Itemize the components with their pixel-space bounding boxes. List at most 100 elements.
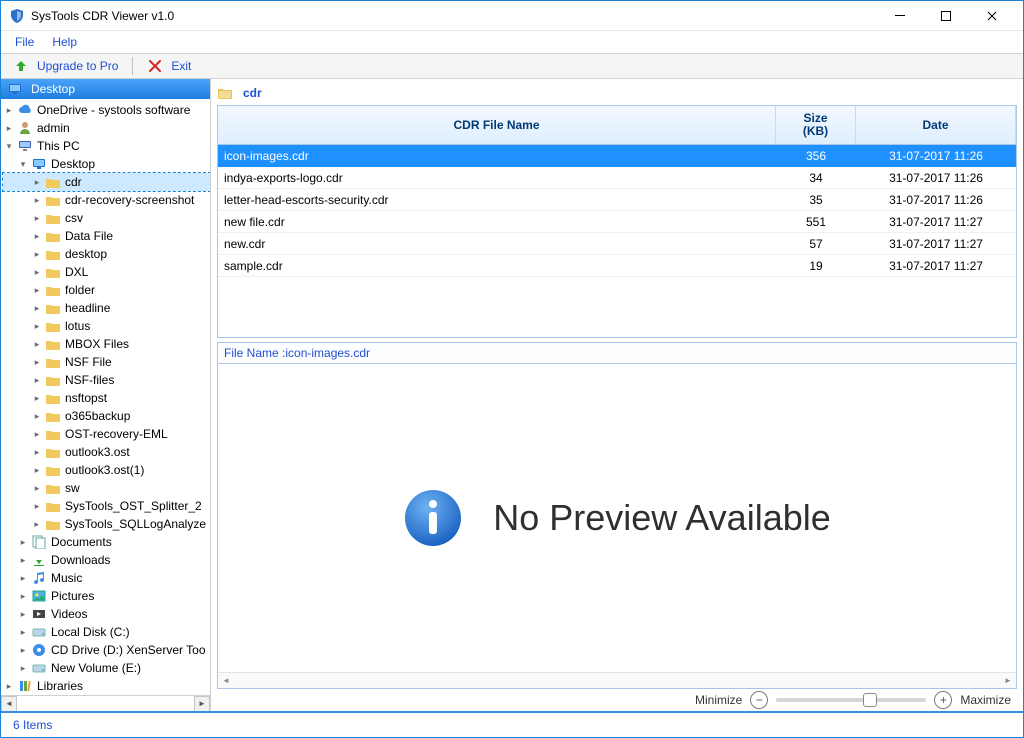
expand-toggle[interactable]: ▸ [31, 446, 43, 458]
tree-item[interactable]: ▸nsftopst [3, 389, 210, 407]
tree-item[interactable]: ▸Libraries [3, 677, 210, 695]
expand-toggle[interactable]: ▸ [31, 482, 43, 494]
tree-item[interactable]: ▸SysTools_OST_Splitter_2 [3, 497, 210, 515]
table-row[interactable]: new.cdr5731-07-2017 11:27 [218, 233, 1016, 255]
expand-toggle[interactable]: ▸ [31, 356, 43, 368]
scroll-right-icon[interactable]: ► [1000, 673, 1016, 689]
tree-item[interactable]: ▸NSF File [3, 353, 210, 371]
expand-toggle[interactable]: ▸ [31, 518, 43, 530]
preview-scrollbar[interactable]: ◄ ► [218, 672, 1016, 688]
table-body[interactable]: icon-images.cdr35631-07-2017 11:26indya-… [218, 145, 1016, 337]
expand-toggle[interactable]: ▸ [31, 410, 43, 422]
scroll-left-icon[interactable]: ◄ [218, 673, 234, 689]
tree-item[interactable]: ▸OneDrive - systools software [3, 101, 210, 119]
tree-item[interactable]: ▾This PC [3, 137, 210, 155]
sidebar-scrollbar[interactable]: ◄ ► [1, 695, 210, 711]
zoom-in-button[interactable]: + [934, 691, 952, 709]
tree-item[interactable]: ▸NSF-files [3, 371, 210, 389]
expand-toggle[interactable]: ▸ [3, 122, 15, 134]
expand-toggle[interactable]: ▸ [31, 428, 43, 440]
tree-item[interactable]: ▸headline [3, 299, 210, 317]
table-row[interactable]: new file.cdr55131-07-2017 11:27 [218, 211, 1016, 233]
tree-item[interactable]: ▸cdr-recovery-screenshot [3, 191, 210, 209]
expand-toggle[interactable]: ▸ [3, 104, 15, 116]
expand-toggle[interactable]: ▾ [3, 140, 15, 152]
expand-toggle[interactable]: ▸ [17, 662, 29, 674]
zoom-thumb[interactable] [863, 693, 877, 707]
expand-toggle[interactable]: ▸ [17, 554, 29, 566]
expand-toggle[interactable]: ▸ [31, 320, 43, 332]
col-name[interactable]: CDR File Name [218, 106, 776, 144]
tree-item[interactable]: ▸o365backup [3, 407, 210, 425]
folder-tree[interactable]: ▸OneDrive - systools software▸admin▾This… [1, 99, 210, 695]
tree-item[interactable]: ▸desktop [3, 245, 210, 263]
expand-toggle[interactable]: ▸ [31, 338, 43, 350]
tree-item[interactable]: ▸csv [3, 209, 210, 227]
tree-item[interactable]: ▸MBOX Files [3, 335, 210, 353]
tree-item[interactable]: ▸outlook3.ost(1) [3, 461, 210, 479]
tree-item[interactable]: ▸folder [3, 281, 210, 299]
tree-item[interactable]: ▸Documents [3, 533, 210, 551]
tree-item[interactable]: ▸Music [3, 569, 210, 587]
expand-toggle[interactable]: ▸ [17, 608, 29, 620]
tree-item[interactable]: ▸SysTools_SQLLogAnalyze [3, 515, 210, 533]
tree-item[interactable]: ▸cdr [3, 173, 210, 191]
tree-item[interactable]: ▸CD Drive (D:) XenServer Too [3, 641, 210, 659]
expand-toggle[interactable]: ▸ [31, 392, 43, 404]
tree-item[interactable]: ▸outlook3.ost [3, 443, 210, 461]
expand-toggle[interactable]: ▸ [31, 230, 43, 242]
expand-toggle[interactable]: ▸ [17, 644, 29, 656]
tree-item-label: Downloads [51, 553, 110, 567]
expand-toggle[interactable]: ▸ [31, 266, 43, 278]
scroll-track[interactable] [17, 697, 194, 711]
expand-toggle[interactable]: ▸ [17, 626, 29, 638]
col-date[interactable]: Date [856, 106, 1016, 144]
expand-toggle[interactable]: ▾ [17, 158, 29, 170]
scroll-track[interactable] [234, 674, 1000, 688]
expand-toggle[interactable]: ▸ [31, 284, 43, 296]
table-row[interactable]: icon-images.cdr35631-07-2017 11:26 [218, 145, 1016, 167]
tree-item[interactable]: ▸Local Disk (C:) [3, 623, 210, 641]
expand-toggle[interactable]: ▸ [31, 248, 43, 260]
exit-button[interactable]: Exit [141, 56, 197, 76]
col-size[interactable]: Size (KB) [776, 106, 856, 144]
expand-toggle[interactable]: ▸ [17, 572, 29, 584]
expand-toggle[interactable]: ▸ [17, 536, 29, 548]
tree-item[interactable]: ▾Desktop [3, 155, 210, 173]
tree-item[interactable]: ▸sw [3, 479, 210, 497]
zoom-slider[interactable] [776, 698, 926, 702]
zoom-out-button[interactable]: − [750, 691, 768, 709]
scroll-left-icon[interactable]: ◄ [1, 696, 17, 712]
expand-toggle[interactable]: ▸ [31, 302, 43, 314]
expand-toggle[interactable]: ▸ [31, 194, 43, 206]
expand-toggle[interactable]: ▸ [31, 500, 43, 512]
upgrade-button[interactable]: Upgrade to Pro [7, 56, 124, 76]
expand-toggle[interactable]: ▸ [3, 680, 15, 692]
expand-toggle[interactable]: ▸ [31, 176, 43, 188]
maximize-button[interactable] [923, 1, 969, 31]
tree-item[interactable]: ▸DXL [3, 263, 210, 281]
tree-item[interactable]: ▸admin [3, 119, 210, 137]
tree-item[interactable]: ▸Data File [3, 227, 210, 245]
expand-toggle[interactable]: ▸ [31, 212, 43, 224]
menu-help[interactable]: Help [44, 33, 85, 51]
table-row[interactable]: sample.cdr1931-07-2017 11:27 [218, 255, 1016, 277]
close-button[interactable] [969, 1, 1015, 31]
arrow-up-icon [13, 58, 29, 74]
minimize-button[interactable] [877, 1, 923, 31]
tree-item[interactable]: ▸ Downloads [3, 551, 210, 569]
tree-item[interactable]: ▸OST-recovery-EML [3, 425, 210, 443]
tree-item[interactable]: ▸Pictures [3, 587, 210, 605]
expand-toggle[interactable]: ▸ [31, 464, 43, 476]
expand-toggle[interactable]: ▸ [17, 590, 29, 602]
table-row[interactable]: letter-head-escorts-security.cdr3531-07-… [218, 189, 1016, 211]
tree-item[interactable]: ▸New Volume (E:) [3, 659, 210, 677]
expand-toggle[interactable]: ▸ [31, 374, 43, 386]
sidebar-header[interactable]: Desktop [1, 79, 210, 99]
cell-date: 31-07-2017 11:26 [856, 149, 1016, 163]
tree-item[interactable]: ▸Videos [3, 605, 210, 623]
tree-item[interactable]: ▸lotus [3, 317, 210, 335]
menu-file[interactable]: File [7, 33, 42, 51]
table-row[interactable]: indya-exports-logo.cdr3431-07-2017 11:26 [218, 167, 1016, 189]
scroll-right-icon[interactable]: ► [194, 696, 210, 712]
